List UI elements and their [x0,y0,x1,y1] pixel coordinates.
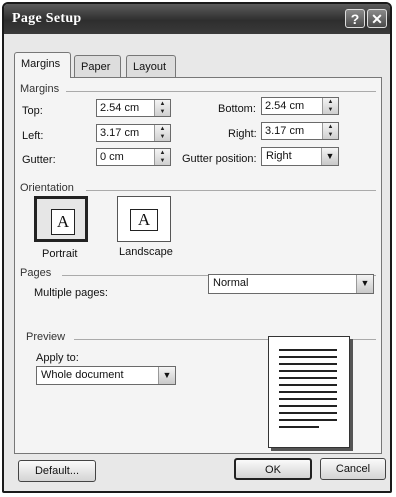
portrait-option[interactable]: A [34,196,88,242]
chevron-down-icon[interactable]: ▼ [356,275,373,293]
cancel-button[interactable]: Cancel [320,458,386,480]
help-button[interactable]: ? [345,9,365,28]
preview-text-line [279,349,337,351]
portrait-label: Portrait [42,248,78,260]
preview-text-line [279,370,337,372]
landscape-page-icon: A [130,209,158,231]
left-margin-spinner-icon[interactable]: ▲ ▼ [154,125,170,141]
preview-text-line [279,391,337,393]
ok-button[interactable]: OK [234,458,312,480]
landscape-label: Landscape [119,246,173,258]
chevron-down-icon[interactable]: ▼ [158,367,175,384]
right-margin-spinner-icon[interactable]: ▲ ▼ [322,123,338,139]
gutter-field[interactable]: 0 cm ▲ ▼ [96,148,171,166]
margins-divider [66,91,376,92]
preview-text-line [279,356,337,358]
chevron-down-icon[interactable]: ▼ [321,148,338,165]
close-button[interactable]: ✕ [367,9,387,28]
top-margin-field[interactable]: 2.54 cm ▲ ▼ [96,99,171,117]
preview-group-heading: Preview [26,331,66,343]
gutter-spinner-icon[interactable]: ▲ ▼ [154,149,170,165]
preview-text-line [279,377,337,379]
preview-text-line [279,398,337,400]
bottom-margin-spinner-icon[interactable]: ▲ ▼ [322,98,338,114]
pages-group-heading: Pages [20,267,52,279]
margins-group-heading: Margins [20,83,60,95]
preview-text-line [279,363,337,365]
page-setup-dialog: Page Setup ? ✕ Margins Paper Layout Marg… [2,2,392,493]
right-margin-field[interactable]: 3.17 cm ▲ ▼ [261,122,339,140]
page-preview [268,336,350,448]
apply-to-select[interactable]: Whole document ▼ [36,366,176,385]
gutter-label: Gutter: [22,154,56,166]
preview-text-line [279,426,319,428]
preview-text-line [279,384,337,386]
tab-paper[interactable]: Paper [74,55,121,77]
portrait-page-icon: A [51,209,75,235]
multiple-pages-label: Multiple pages: [34,287,108,299]
default-button[interactable]: Default... [18,460,96,482]
apply-to-label: Apply to: [36,352,79,364]
left-margin-field[interactable]: 3.17 cm ▲ ▼ [96,124,171,142]
preview-text-line [279,412,337,414]
orientation-group-heading: Orientation [20,182,74,194]
bottom-margin-label: Bottom: [218,103,256,115]
multiple-pages-select[interactable]: Normal ▼ [208,274,374,294]
preview-text-line [279,405,337,407]
top-margin-spinner-icon[interactable]: ▲ ▼ [154,100,170,116]
gutter-position-label: Gutter position: [182,153,257,165]
orientation-divider [86,190,376,191]
tab-margins[interactable]: Margins [14,52,71,78]
top-margin-label: Top: [22,105,43,117]
gutter-position-select[interactable]: Right ▼ [261,147,339,166]
title-bar[interactable]: Page Setup ? ✕ [4,4,390,34]
right-margin-label: Right: [228,128,257,140]
left-margin-label: Left: [22,130,44,142]
preview-text-line [279,419,337,421]
bottom-margin-field[interactable]: 2.54 cm ▲ ▼ [261,97,339,115]
window-title: Page Setup [12,11,82,26]
landscape-option[interactable]: A [117,196,171,242]
tab-layout[interactable]: Layout [126,55,176,77]
